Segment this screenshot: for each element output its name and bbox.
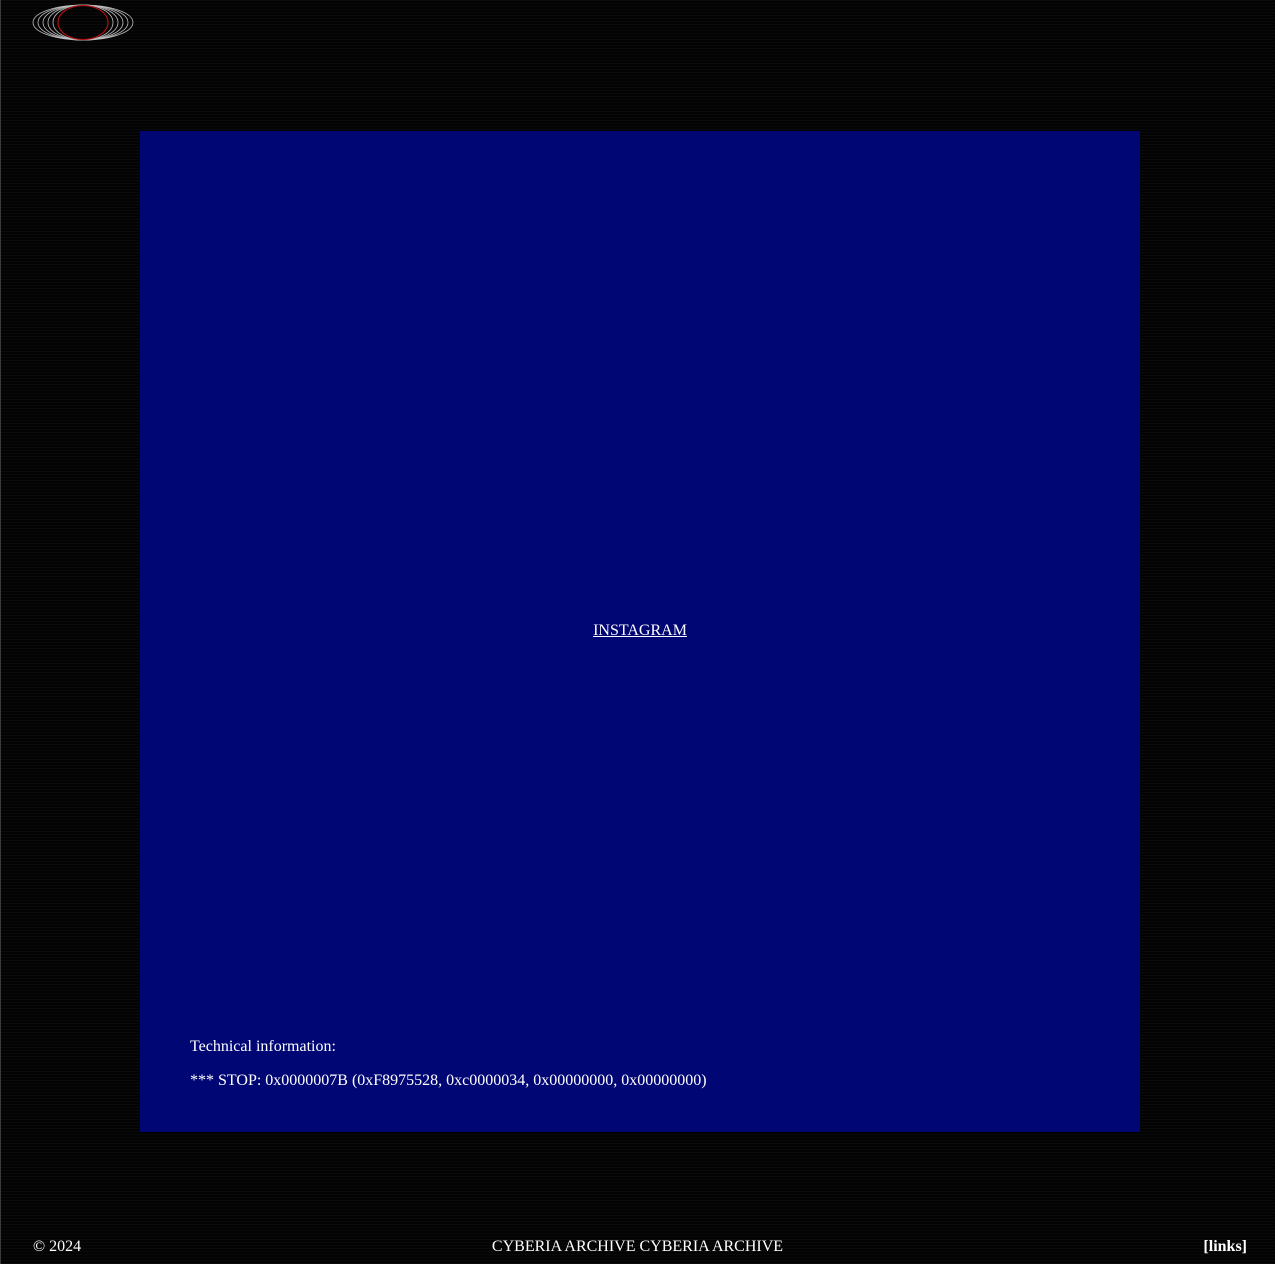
technical-information-block: Technical information: *** STOP: 0x00000… xyxy=(190,1037,707,1091)
copyright-text: © 2024 xyxy=(33,1238,82,1255)
stop-code-text: *** STOP: 0x0000007B (0xF8975528, 0xc000… xyxy=(190,1072,707,1089)
orbit-rings-logo-icon[interactable] xyxy=(32,4,134,41)
footer-marquee: CYBERIA ARCHIVE CYBERIA ARCHIVE xyxy=(0,1237,1275,1257)
links-button[interactable]: [links] xyxy=(1203,1237,1247,1257)
technical-information-label: Technical information: xyxy=(190,1038,336,1055)
marquee-text: CYBERIA ARCHIVE CYBERIA ARCHIVE xyxy=(491,1238,784,1255)
instagram-link-container: INSTAGRAM xyxy=(140,621,1140,641)
error-panel: INSTAGRAM Technical information: *** STO… xyxy=(140,131,1140,1132)
left-border-rule xyxy=(0,0,1,1264)
instagram-link[interactable]: INSTAGRAM xyxy=(593,622,687,639)
